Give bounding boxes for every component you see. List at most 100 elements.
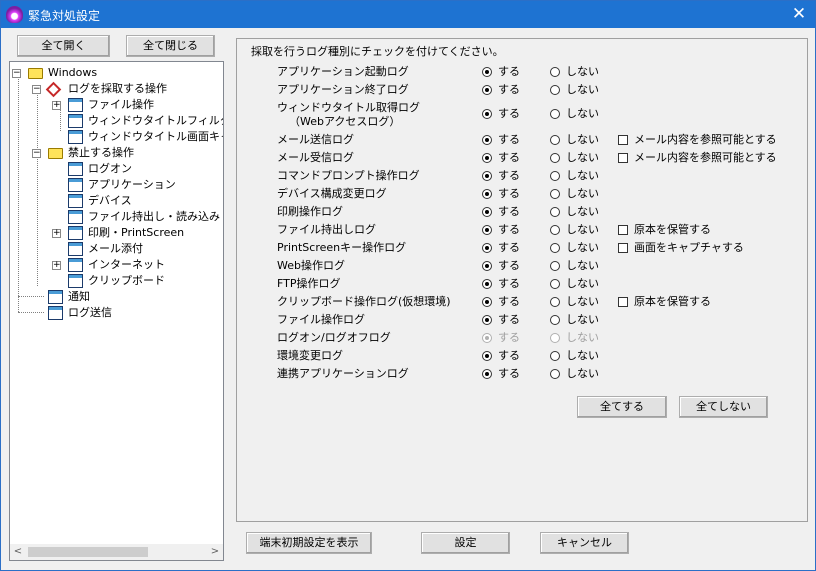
- expand-all-button[interactable]: 全て開く: [17, 35, 110, 57]
- no-radio[interactable]: しない: [550, 277, 620, 291]
- scroll-right-icon[interactable]: >: [207, 544, 223, 560]
- scroll-left-icon[interactable]: <: [10, 544, 26, 560]
- diamond-icon: [45, 81, 62, 98]
- no-radio[interactable]: しない: [550, 223, 620, 237]
- checkbox-icon[interactable]: [618, 153, 628, 163]
- radio-button-icon[interactable]: [482, 279, 492, 289]
- close-icon[interactable]: ✕: [789, 4, 809, 24]
- collapse-all-button[interactable]: 全て閉じる: [126, 35, 215, 57]
- yes-radio[interactable]: する: [482, 349, 552, 363]
- radio-button-icon[interactable]: [482, 171, 492, 181]
- radio-button-icon[interactable]: [482, 135, 492, 145]
- radio-button-icon[interactable]: [550, 109, 560, 119]
- radio-button-icon[interactable]: [482, 351, 492, 361]
- no-radio[interactable]: しない: [550, 367, 620, 381]
- radio-button-icon[interactable]: [482, 153, 492, 163]
- yes-radio[interactable]: する: [482, 65, 552, 79]
- yes-radio[interactable]: する: [482, 107, 552, 121]
- select-all-yes-button[interactable]: 全てする: [577, 396, 667, 418]
- no-radio[interactable]: しない: [550, 241, 620, 255]
- collapse-icon[interactable]: −: [32, 149, 41, 158]
- expand-icon[interactable]: +: [52, 101, 61, 110]
- expand-icon[interactable]: +: [52, 229, 61, 238]
- radio-button-icon[interactable]: [482, 207, 492, 217]
- yes-radio[interactable]: する: [482, 187, 552, 201]
- yes-radio[interactable]: する: [482, 241, 552, 255]
- yes-radio[interactable]: する: [482, 223, 552, 237]
- radio-button-icon[interactable]: [482, 369, 492, 379]
- radio-button-icon[interactable]: [550, 297, 560, 307]
- radio-button-icon[interactable]: [550, 369, 560, 379]
- no-radio[interactable]: しない: [550, 151, 620, 165]
- expand-icon[interactable]: +: [52, 261, 61, 270]
- radio-button-icon[interactable]: [550, 67, 560, 77]
- radio-label: する: [498, 277, 520, 290]
- no-radio[interactable]: しない: [550, 205, 620, 219]
- no-radio[interactable]: しない: [550, 83, 620, 97]
- cancel-button[interactable]: キャンセル: [540, 532, 629, 554]
- category-tree[interactable]: − Windows − ログを採取する操作 + ファイル操作 ウィンドウタイトル…: [9, 61, 224, 561]
- yes-radio[interactable]: する: [482, 313, 552, 327]
- yes-radio[interactable]: する: [482, 133, 552, 147]
- yes-radio[interactable]: する: [482, 151, 552, 165]
- radio-button-icon[interactable]: [550, 351, 560, 361]
- no-radio[interactable]: しない: [550, 187, 620, 201]
- radio-button-icon[interactable]: [482, 189, 492, 199]
- radio-button-icon[interactable]: [482, 315, 492, 325]
- no-radio[interactable]: しない: [550, 107, 620, 121]
- radio-label: しない: [566, 349, 599, 362]
- show-terminal-defaults-button[interactable]: 端末初期設定を表示: [246, 532, 372, 554]
- radio-label: する: [498, 223, 520, 236]
- document-icon: [68, 162, 83, 176]
- no-radio[interactable]: しない: [550, 349, 620, 363]
- yes-radio[interactable]: する: [482, 295, 552, 309]
- yes-radio[interactable]: する: [482, 205, 552, 219]
- radio-button-icon[interactable]: [550, 153, 560, 163]
- yes-radio[interactable]: する: [482, 367, 552, 381]
- horizontal-scrollbar[interactable]: < >: [10, 544, 223, 560]
- yes-radio[interactable]: する: [482, 83, 552, 97]
- radio-button-icon[interactable]: [482, 225, 492, 235]
- collapse-icon[interactable]: −: [32, 85, 41, 94]
- radio-button-icon[interactable]: [550, 243, 560, 253]
- radio-button-icon[interactable]: [482, 67, 492, 77]
- apply-button[interactable]: 設定: [421, 532, 510, 554]
- radio-label: する: [498, 349, 520, 362]
- no-radio[interactable]: しない: [550, 133, 620, 147]
- checkbox-label: 画面をキャプチャする: [634, 241, 744, 254]
- select-all-no-button[interactable]: 全てしない: [679, 396, 768, 418]
- radio-button-icon[interactable]: [482, 109, 492, 119]
- radio-button-icon[interactable]: [550, 85, 560, 95]
- yes-radio[interactable]: する: [482, 259, 552, 273]
- checkbox-icon[interactable]: [618, 243, 628, 253]
- no-radio[interactable]: しない: [550, 313, 620, 327]
- checkbox-icon[interactable]: [618, 225, 628, 235]
- radio-button-icon[interactable]: [550, 171, 560, 181]
- no-radio[interactable]: しない: [550, 169, 620, 183]
- radio-button-icon[interactable]: [482, 297, 492, 307]
- checkbox-icon[interactable]: [618, 135, 628, 145]
- yes-radio[interactable]: する: [482, 277, 552, 291]
- radio-label: する: [498, 367, 520, 380]
- radio-button-icon[interactable]: [550, 207, 560, 217]
- scroll-thumb[interactable]: [28, 547, 148, 557]
- radio-button-icon[interactable]: [550, 261, 560, 271]
- radio-button-icon[interactable]: [550, 189, 560, 199]
- radio-button-icon[interactable]: [550, 225, 560, 235]
- yes-radio[interactable]: する: [482, 169, 552, 183]
- document-icon: [68, 226, 83, 240]
- radio-label: する: [498, 331, 520, 344]
- no-radio[interactable]: しない: [550, 65, 620, 79]
- no-radio[interactable]: しない: [550, 295, 620, 309]
- radio-button-icon[interactable]: [550, 135, 560, 145]
- collapse-icon[interactable]: −: [12, 69, 21, 78]
- radio-button-icon[interactable]: [482, 261, 492, 271]
- radio-button-icon[interactable]: [550, 279, 560, 289]
- no-radio[interactable]: しない: [550, 259, 620, 273]
- document-icon: [68, 210, 83, 224]
- radio-button-icon[interactable]: [482, 85, 492, 95]
- radio-button-icon[interactable]: [550, 315, 560, 325]
- checkbox-icon[interactable]: [618, 297, 628, 307]
- radio-label: する: [498, 187, 520, 200]
- radio-button-icon[interactable]: [482, 243, 492, 253]
